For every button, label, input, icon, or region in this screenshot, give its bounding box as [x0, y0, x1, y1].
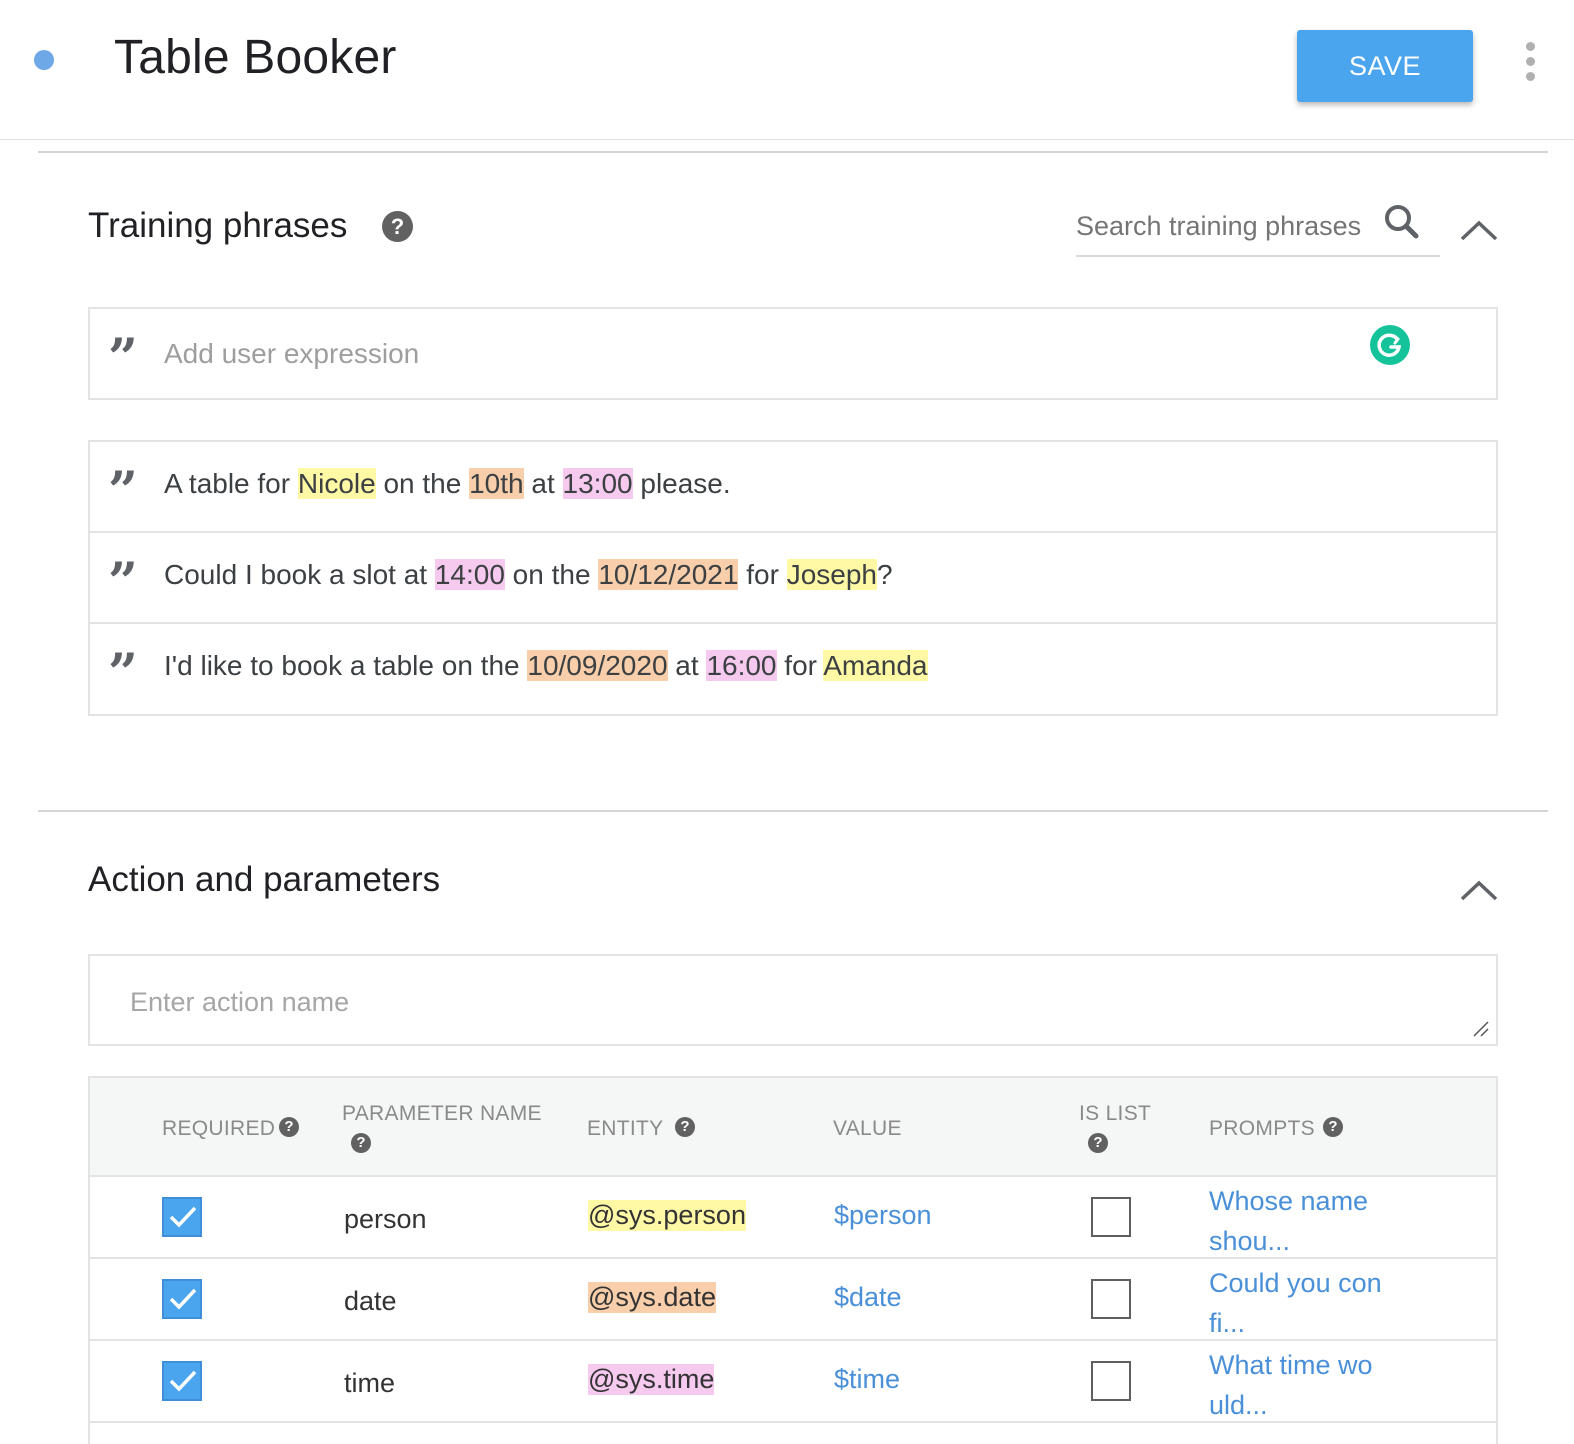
phrase-segment: please. [632, 468, 731, 499]
phrase-text[interactable]: I'd like to book a table on the 10/09/20… [164, 650, 928, 682]
phrase-segment: at [523, 468, 563, 499]
column-header-entity: ENTITY [587, 1117, 664, 1140]
add-user-expression: ” [88, 307, 1498, 400]
person-entity-highlight[interactable]: Amanda [823, 650, 928, 681]
help-icon[interactable]: ? [279, 1117, 299, 1137]
resize-handle-icon[interactable] [1472, 1020, 1490, 1038]
quote-icon: ” [108, 643, 138, 704]
training-phrase-row[interactable]: ” I'd like to book a table on the 10/09/… [90, 624, 1496, 714]
check-icon [169, 1370, 197, 1392]
is-list-checkbox[interactable] [1091, 1279, 1131, 1319]
training-phrase-list: ” A table for Nicole on the 10th at 13:0… [88, 440, 1498, 716]
date-entity-highlight[interactable]: 10/09/2020 [527, 650, 668, 681]
parameter-name[interactable]: time [344, 1368, 395, 1399]
intent-title: Table Booker [114, 31, 397, 84]
quote-icon: ” [108, 552, 138, 613]
column-header-required: REQUIRED [162, 1117, 276, 1140]
column-header-prompts: PROMPTS [1209, 1117, 1315, 1140]
check-icon [169, 1206, 197, 1228]
phrase-segment: for [738, 559, 787, 590]
help-icon[interactable]: ? [1088, 1133, 1108, 1153]
prompt-link[interactable]: Whose name shou... [1209, 1181, 1399, 1261]
time-entity-highlight[interactable]: 16:00 [706, 650, 777, 681]
date-entity-highlight[interactable]: 10th [469, 468, 524, 499]
phrase-segment: ? [876, 559, 893, 590]
time-entity-highlight[interactable]: 14:00 [434, 559, 505, 590]
phrase-text[interactable]: Could I book a slot at 14:00 on the 10/1… [164, 559, 893, 591]
help-icon[interactable]: ? [675, 1117, 695, 1137]
column-header-is-list: IS LIST [1079, 1102, 1152, 1125]
required-checkbox[interactable] [162, 1279, 202, 1319]
parameter-value[interactable]: $person [834, 1200, 932, 1231]
search-input[interactable] [1076, 206, 1376, 246]
collapse-chevron-icon[interactable] [1459, 878, 1499, 902]
date-entity-highlight[interactable]: 10/12/2021 [598, 559, 739, 590]
person-entity-highlight[interactable]: Nicole [297, 468, 376, 499]
training-phrase-row[interactable]: ” Could I book a slot at 14:00 on the 10… [90, 533, 1496, 624]
phrase-segment: for [776, 650, 824, 681]
phrase-segment: I'd like to book a table on the [164, 650, 528, 681]
status-dot [34, 50, 54, 70]
is-list-checkbox[interactable] [1091, 1197, 1131, 1237]
table-row: person @sys.person $person Whose name sh… [90, 1177, 1496, 1259]
help-icon[interactable]: ? [351, 1133, 371, 1153]
phrase-segment: on the [504, 559, 599, 590]
column-header-value: VALUE [833, 1117, 902, 1140]
phrase-text[interactable]: A table for Nicole on the 10th at 13:00 … [164, 468, 731, 500]
table-header: REQUIRED ? PARAMETER NAME ? ENTITY ? VAL… [90, 1078, 1496, 1177]
entity-tag[interactable]: @sys.date [588, 1282, 716, 1313]
phrase-segment: at [667, 650, 707, 681]
quote-icon: ” [108, 328, 138, 389]
search-training-phrases [1076, 196, 1440, 257]
column-header-parameter-name: PARAMETER NAME [342, 1102, 542, 1125]
entity-tag[interactable]: @sys.person [588, 1200, 746, 1231]
parameter-name[interactable]: date [344, 1286, 397, 1317]
help-icon[interactable]: ? [1323, 1117, 1343, 1137]
action-parameters-title: Action and parameters [88, 860, 441, 899]
table-row: date @sys.date $date Could you con fi... [90, 1259, 1496, 1341]
section-divider [38, 151, 1548, 153]
prompt-link[interactable]: Could you con fi... [1209, 1263, 1399, 1343]
collapse-chevron-icon[interactable] [1459, 218, 1499, 242]
parameter-name[interactable]: person [344, 1204, 427, 1235]
required-checkbox[interactable] [162, 1197, 202, 1237]
quote-icon: ” [108, 461, 138, 522]
is-list-checkbox[interactable] [1091, 1361, 1131, 1401]
phrase-segment: on the [375, 468, 470, 499]
prompt-link[interactable]: What time wo uld... [1209, 1345, 1399, 1425]
user-expression-input[interactable] [164, 333, 1364, 375]
check-icon [169, 1288, 197, 1310]
required-checkbox[interactable] [162, 1361, 202, 1401]
phrase-segment: A table for [164, 468, 298, 499]
grammarly-icon[interactable] [1370, 325, 1410, 365]
person-entity-highlight[interactable]: Joseph [786, 559, 877, 590]
table-row: time @sys.time $time What time wo uld... [90, 1341, 1496, 1423]
search-icon[interactable] [1382, 202, 1422, 242]
phrase-segment: Could I book a slot at [164, 559, 435, 590]
entity-tag[interactable]: @sys.time [588, 1364, 715, 1395]
action-name-box [88, 954, 1498, 1046]
training-phrases-title: Training phrases [88, 206, 348, 245]
app-header: Table Booker SAVE [0, 0, 1574, 140]
section-divider [38, 810, 1548, 812]
action-name-input[interactable] [130, 982, 1330, 1022]
parameter-value[interactable]: $time [834, 1364, 900, 1395]
time-entity-highlight[interactable]: 13:00 [562, 468, 633, 499]
help-icon[interactable]: ? [382, 211, 413, 242]
parameters-table: REQUIRED ? PARAMETER NAME ? ENTITY ? VAL… [88, 1076, 1498, 1444]
more-options-icon[interactable] [1518, 42, 1542, 82]
parameter-value[interactable]: $date [834, 1282, 902, 1313]
training-phrase-row[interactable]: ” A table for Nicole on the 10th at 13:0… [90, 442, 1496, 533]
save-button[interactable]: SAVE [1297, 30, 1473, 102]
